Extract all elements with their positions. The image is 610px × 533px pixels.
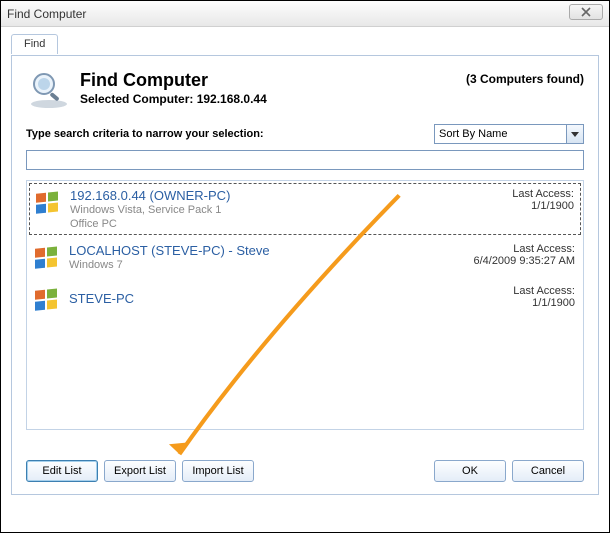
computer-os: Windows 7 — [69, 258, 447, 273]
selected-computer-label: Selected Computer: 192.168.0.44 — [80, 92, 267, 106]
last-access-label: Last Access: — [447, 285, 575, 297]
windows-logo-icon — [33, 287, 61, 315]
computer-name: 192.168.0.44 (OWNER-PC) — [70, 188, 446, 203]
edit-list-button[interactable]: Edit List — [26, 460, 98, 482]
last-access-label: Last Access: — [446, 188, 574, 200]
tabstrip: Find — [11, 33, 599, 55]
sort-dropdown[interactable]: Sort By Name — [434, 124, 584, 144]
last-access-date: 6/4/2009 9:35:27 AM — [447, 255, 575, 267]
ok-button[interactable]: OK — [434, 460, 506, 482]
last-access-date: 1/1/1900 — [447, 297, 575, 309]
search-input[interactable] — [26, 150, 584, 170]
search-icon — [26, 70, 72, 110]
chevron-down-icon — [566, 125, 583, 143]
export-list-button[interactable]: Export List — [104, 460, 176, 482]
computer-name: STEVE-PC — [69, 291, 134, 306]
import-list-button[interactable]: Import List — [182, 460, 254, 482]
last-access-label: Last Access: — [447, 243, 575, 255]
criteria-label: Type search criteria to narrow your sele… — [26, 128, 434, 140]
computer-tag: Office PC — [70, 218, 446, 230]
window-title: Find Computer — [7, 7, 86, 21]
close-icon — [580, 7, 592, 17]
list-item[interactable]: STEVE-PC Last Access: 1/1/1900 — [27, 279, 583, 321]
windows-logo-icon — [33, 245, 61, 273]
list-item[interactable]: 192.168.0.44 (OWNER-PC) Windows Vista, S… — [29, 183, 581, 235]
computer-os: Windows Vista, Service Pack 1 — [70, 203, 446, 218]
windows-logo-icon — [34, 190, 62, 218]
titlebar: Find Computer — [1, 1, 609, 27]
computer-list: 192.168.0.44 (OWNER-PC) Windows Vista, S… — [26, 180, 584, 430]
cancel-button[interactable]: Cancel — [512, 460, 584, 482]
page-title: Find Computer — [80, 70, 267, 91]
last-access-date: 1/1/1900 — [446, 200, 574, 212]
close-button[interactable] — [569, 4, 603, 20]
computer-name: LOCALHOST (STEVE-PC) - Steve — [69, 243, 447, 258]
sort-selected: Sort By Name — [439, 128, 507, 140]
main-panel: (3 Computers found) Find Computer Select… — [11, 55, 599, 495]
tab-find[interactable]: Find — [11, 34, 58, 54]
found-count: (3 Computers found) — [466, 72, 584, 86]
list-item[interactable]: LOCALHOST (STEVE-PC) - Steve Windows 7 L… — [27, 237, 583, 279]
